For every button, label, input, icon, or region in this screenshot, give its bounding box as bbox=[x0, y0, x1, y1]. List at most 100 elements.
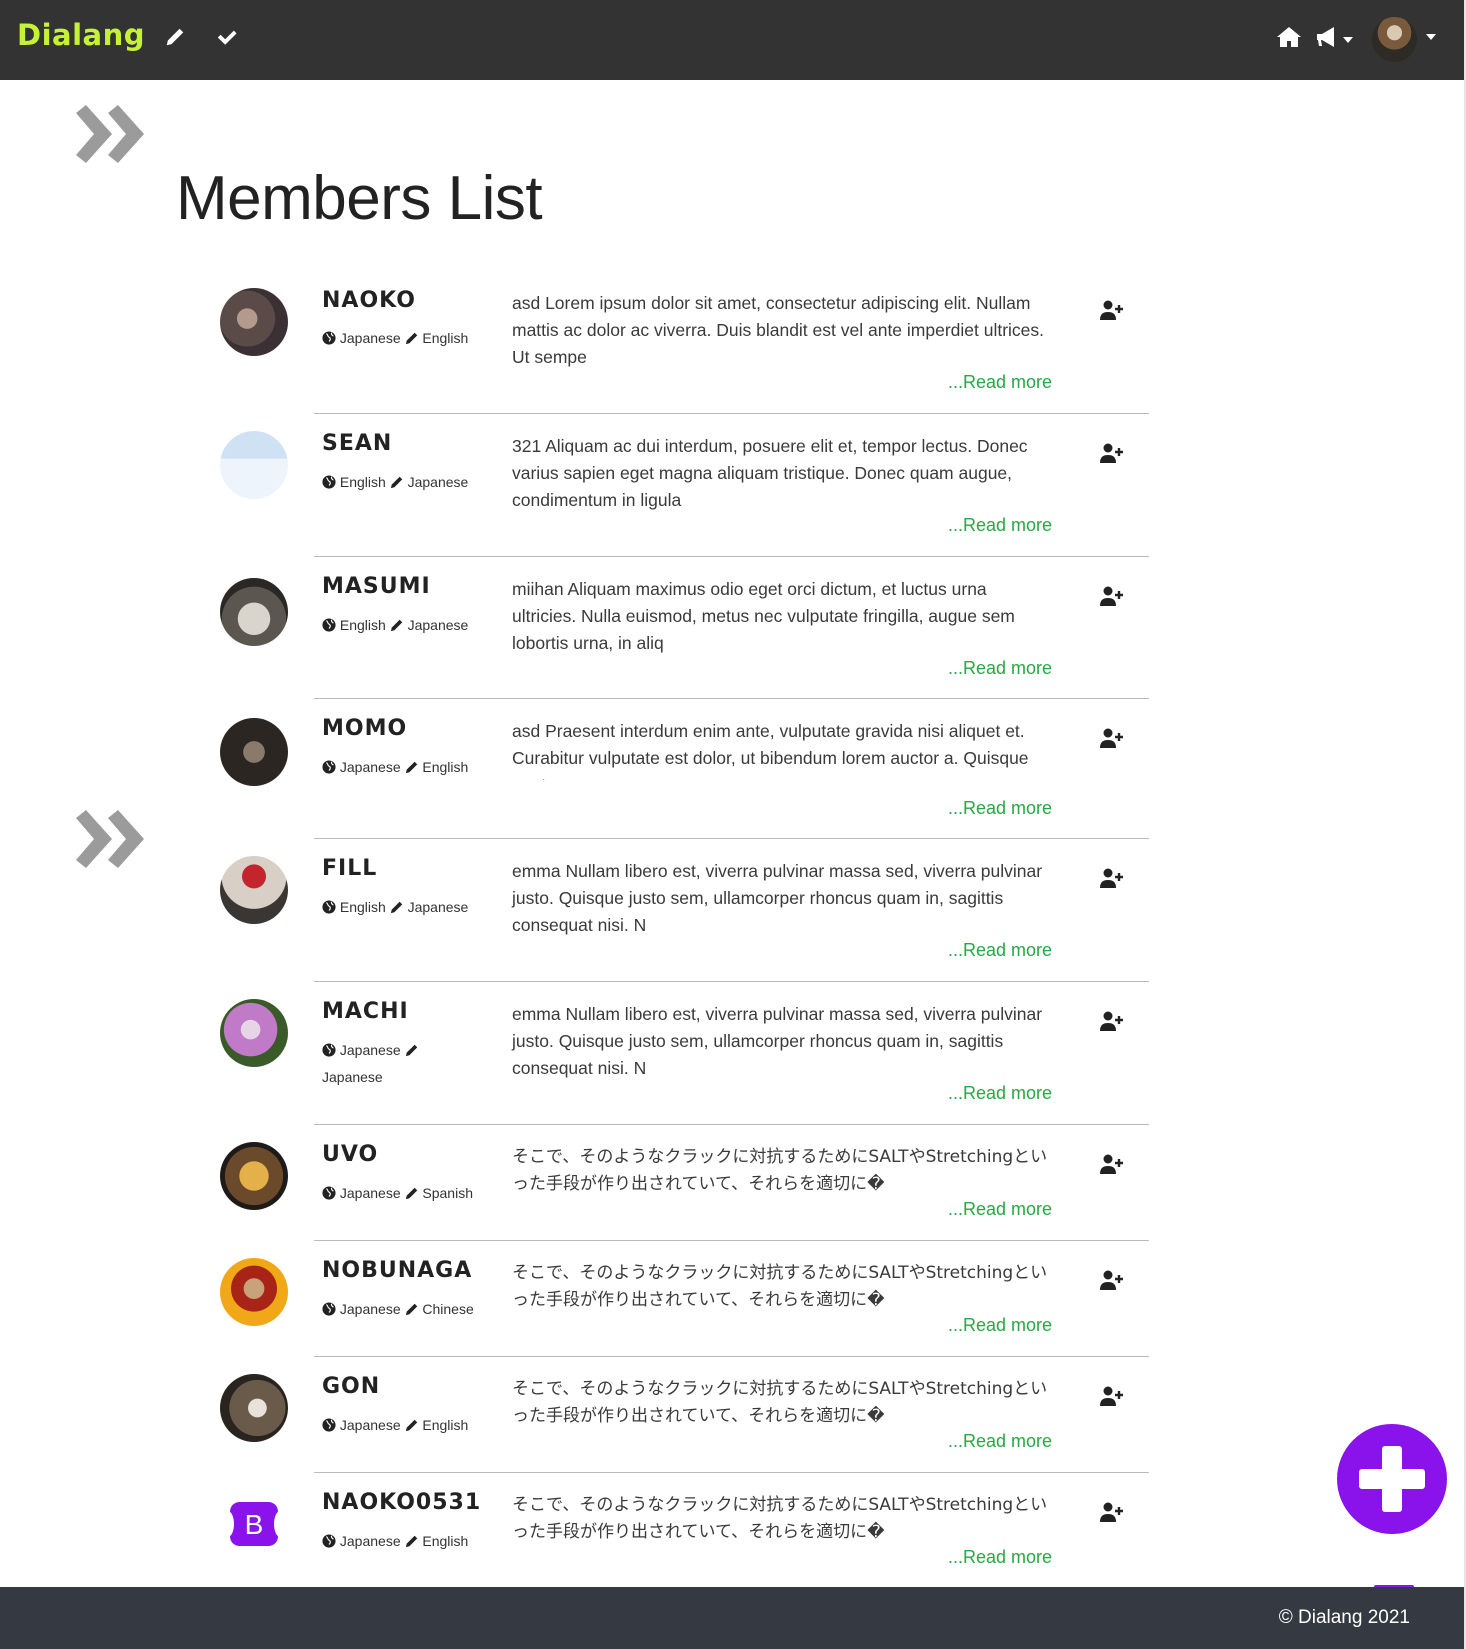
member-languages: English Japanese bbox=[322, 612, 482, 639]
member-name[interactable]: GON bbox=[322, 1374, 380, 1399]
member-languages: English Japanese bbox=[322, 894, 482, 921]
member-bio: そこで、そのようなクラックに対抗するためにSALTやStretchingといった… bbox=[512, 1379, 1048, 1426]
read-more-link[interactable]: ...Read more bbox=[948, 1315, 1052, 1336]
chevron-down-icon[interactable] bbox=[1343, 37, 1353, 43]
learning-language: English bbox=[422, 1417, 469, 1433]
learning-language: Japanese bbox=[407, 617, 469, 633]
member-name[interactable]: MOMO bbox=[322, 716, 407, 741]
read-more-link[interactable]: ...Read more bbox=[948, 515, 1052, 536]
globe-icon bbox=[322, 475, 336, 489]
member-bio: asd Lorem ipsum dolor sit amet, consecte… bbox=[512, 293, 1045, 367]
globe-icon bbox=[322, 1302, 336, 1316]
learning-language: English bbox=[422, 330, 469, 346]
member-languages: Japanese English bbox=[322, 1412, 482, 1439]
read-more-link[interactable]: ...Read more bbox=[948, 1083, 1052, 1104]
members-list: NAOKO Japanese English asd Lorem ipsum d… bbox=[205, 270, 1155, 1577]
member-languages: Japanese English bbox=[322, 325, 482, 352]
double-chevron-right-icon[interactable] bbox=[72, 810, 144, 873]
avatar[interactable] bbox=[220, 578, 288, 646]
globe-icon bbox=[322, 1418, 336, 1432]
plus-icon bbox=[1382, 1446, 1402, 1512]
member-name[interactable]: SEAN bbox=[322, 431, 392, 456]
bootstrap-logo-icon: B bbox=[230, 1502, 278, 1546]
pencil-icon[interactable] bbox=[164, 26, 186, 53]
member-name[interactable]: NAOKO0531 bbox=[322, 1490, 481, 1515]
native-language: English bbox=[339, 474, 386, 490]
pencil-icon bbox=[405, 1044, 417, 1057]
avatar[interactable] bbox=[220, 718, 288, 786]
read-more-link[interactable]: ...Read more bbox=[948, 940, 1052, 961]
check-icon[interactable] bbox=[216, 26, 238, 53]
user-avatar[interactable] bbox=[1372, 17, 1417, 62]
learning-language: Japanese bbox=[322, 1069, 383, 1085]
learning-language: English bbox=[422, 1533, 469, 1549]
page-title: Members List bbox=[176, 164, 543, 233]
learning-language: Japanese bbox=[407, 474, 469, 490]
read-more-link[interactable]: ...Read more bbox=[948, 658, 1052, 679]
member-row: NAOKO Japanese English asd Lorem ipsum d… bbox=[205, 270, 1155, 414]
member-name[interactable]: UVO bbox=[322, 1142, 378, 1167]
add-user-icon[interactable] bbox=[1100, 868, 1124, 893]
member-bio: emma Nullam libero est, viverra pulvinar… bbox=[512, 1004, 1043, 1078]
add-user-icon[interactable] bbox=[1100, 1154, 1124, 1179]
learning-language: Spanish bbox=[422, 1185, 473, 1201]
member-name[interactable]: NOBUNAGA bbox=[322, 1258, 472, 1283]
avatar[interactable]: B bbox=[220, 1490, 288, 1558]
brand-logo[interactable]: Dialang bbox=[17, 18, 145, 52]
member-row: MOMO Japanese English asd Praesent inter… bbox=[205, 699, 1155, 839]
globe-icon bbox=[322, 1534, 336, 1548]
pencil-icon bbox=[405, 1535, 417, 1548]
learning-language: Chinese bbox=[422, 1301, 474, 1317]
member-name[interactable]: MACHI bbox=[322, 999, 409, 1024]
home-icon[interactable] bbox=[1277, 26, 1301, 53]
avatar[interactable] bbox=[220, 431, 288, 499]
member-name[interactable]: MASUMI bbox=[322, 574, 431, 599]
avatar[interactable] bbox=[220, 288, 288, 356]
read-more-link[interactable]: ...Read more bbox=[948, 1199, 1052, 1220]
member-languages: English Japanese bbox=[322, 469, 482, 496]
avatar[interactable] bbox=[220, 1374, 288, 1442]
member-row: MACHI Japanese Japanese emma Nullam libe… bbox=[205, 982, 1155, 1125]
member-languages: Japanese English bbox=[322, 754, 482, 781]
add-post-button[interactable] bbox=[1337, 1424, 1447, 1534]
globe-icon bbox=[322, 331, 336, 345]
member-bio: そこで、そのようなクラックに対抗するためにSALTやStretchingといった… bbox=[512, 1147, 1048, 1194]
native-language: Japanese bbox=[339, 1417, 401, 1433]
member-row: UVO Japanese Spanish そこで、そのようなクラックに対抗するた… bbox=[205, 1125, 1155, 1241]
member-name[interactable]: NAOKO bbox=[322, 288, 416, 313]
native-language: Japanese bbox=[339, 759, 401, 775]
copyright-text: © Dialang 2021 bbox=[1278, 1607, 1410, 1628]
top-navbar: Dialang bbox=[0, 0, 1466, 80]
pencil-icon bbox=[390, 476, 402, 489]
read-more-link[interactable]: ...Read more bbox=[948, 1547, 1052, 1568]
member-bio: そこで、そのようなクラックに対抗するためにSALTやStretchingといった… bbox=[512, 1263, 1048, 1310]
avatar[interactable] bbox=[220, 1258, 288, 1326]
member-name[interactable]: FILL bbox=[322, 856, 377, 881]
megaphone-icon[interactable] bbox=[1316, 26, 1340, 53]
add-user-icon[interactable] bbox=[1100, 1270, 1124, 1295]
read-more-link[interactable]: ...Read more bbox=[948, 1431, 1052, 1452]
add-user-icon[interactable] bbox=[1100, 1011, 1124, 1036]
footer: © Dialang 2021 bbox=[0, 1587, 1466, 1649]
member-bio: そこで、そのようなクラックに対抗するためにSALTやStretchingといった… bbox=[512, 1495, 1048, 1542]
learning-language: Japanese bbox=[407, 899, 469, 915]
pencil-icon bbox=[405, 761, 417, 774]
native-language: English bbox=[339, 617, 386, 633]
add-user-icon[interactable] bbox=[1100, 586, 1124, 611]
avatar[interactable] bbox=[220, 999, 288, 1067]
read-more-link[interactable]: ...Read more bbox=[948, 372, 1052, 393]
add-user-icon[interactable] bbox=[1100, 1386, 1124, 1411]
read-more-link[interactable]: ...Read more bbox=[948, 798, 1052, 819]
add-user-icon[interactable] bbox=[1100, 443, 1124, 468]
chevron-down-icon[interactable] bbox=[1426, 34, 1436, 40]
learning-language: English bbox=[422, 759, 469, 775]
double-chevron-right-icon[interactable] bbox=[72, 105, 144, 168]
add-user-icon[interactable] bbox=[1100, 300, 1124, 325]
member-bio: emma Nullam libero est, viverra pulvinar… bbox=[512, 861, 1043, 935]
add-user-icon[interactable] bbox=[1100, 1502, 1124, 1527]
avatar[interactable] bbox=[220, 1142, 288, 1210]
avatar[interactable] bbox=[220, 856, 288, 924]
add-user-icon[interactable] bbox=[1100, 728, 1124, 753]
pencil-icon bbox=[405, 332, 417, 345]
native-language: Japanese bbox=[339, 330, 401, 346]
